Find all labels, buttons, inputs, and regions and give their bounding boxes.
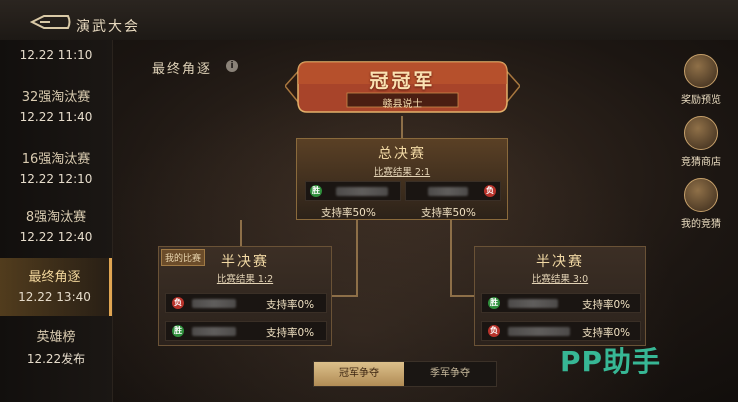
sidebar-item-time: 12.22 13:40	[18, 290, 91, 304]
champion-name: 赣县说士	[382, 99, 423, 110]
player-slot[interactable]: 负	[405, 181, 501, 201]
lose-badge-icon: 负	[488, 325, 500, 337]
win-badge-icon: 胜	[172, 325, 184, 337]
button-label: 我的竞猜	[681, 219, 721, 230]
sidebar-item-label: 16强淘汰赛	[21, 152, 91, 167]
player-slot[interactable]: 胜 支持率0%	[165, 321, 327, 341]
page-title: 演武大会	[76, 19, 140, 35]
scroll-icon	[684, 178, 718, 212]
connector-line	[401, 116, 403, 138]
sidebar-item-time: 12.22 11:10	[19, 48, 93, 62]
connector-line	[450, 295, 474, 297]
sidebar-item-time: 12.22 11:40	[19, 110, 93, 124]
tab-third-place[interactable]: 季军争夺	[405, 362, 495, 386]
sidebar-item-label: 8强淘汰赛	[25, 210, 87, 225]
final-match-card[interactable]: 总决赛 比赛结果 2:1 胜 负 支持率50% 支持率50%	[296, 138, 508, 220]
player-name-blurred	[192, 299, 236, 308]
tab-champion[interactable]: 冠军争夺	[314, 362, 404, 386]
sidebar-item-time: 12.22 12:10	[19, 172, 93, 186]
sidebar: 12.22 11:10 32强淘汰赛 12.22 11:40 16强淘汰赛 12…	[0, 40, 113, 402]
sidebar-item-label: 英雄榜	[36, 330, 76, 345]
connector-line	[356, 220, 358, 296]
win-badge-icon: 胜	[488, 297, 500, 309]
button-label: 奖励预览	[681, 95, 721, 106]
player-name-blurred	[428, 187, 468, 196]
connector-line	[240, 220, 242, 246]
sidebar-item-hero-board[interactable]: 英雄榜 12.22发布	[0, 318, 112, 376]
lose-badge-icon: 负	[172, 297, 184, 309]
sidebar-item-round-16[interactable]: 16强淘汰赛 12.22 12:10	[0, 140, 112, 198]
support-rate: 支持率0%	[266, 327, 315, 339]
section-title: 最终角逐	[152, 62, 213, 77]
champion-banner: 冠冠军 赣县说士	[285, 58, 520, 116]
match-title: 半决赛	[536, 254, 584, 270]
match-title: 总决赛	[378, 146, 426, 162]
sidebar-item-label: 最终角逐	[28, 270, 81, 285]
player-slot[interactable]: 负 支持率0%	[481, 321, 641, 341]
chest-icon	[684, 54, 718, 88]
player-slot[interactable]: 负 支持率0%	[165, 293, 327, 313]
sidebar-item-time: 12.22 12:40	[19, 230, 93, 244]
sidebar-item-label: 32强淘汰赛	[21, 90, 91, 105]
support-rate: 支持率0%	[582, 327, 631, 339]
player-name-blurred	[508, 327, 570, 336]
sidebar-item-time: 12.22发布	[26, 352, 86, 366]
my-guess-button[interactable]: 我的竞猜	[673, 178, 729, 230]
match-result[interactable]: 比赛结果 1:2	[159, 271, 331, 285]
guess-shop-button[interactable]: 竞猜商店	[673, 116, 729, 168]
info-icon[interactable]: i	[226, 60, 238, 72]
shop-chest-icon	[684, 116, 718, 150]
sidebar-item-round-8[interactable]: 8强淘汰赛 12.22 12:40	[0, 198, 112, 256]
reward-preview-button[interactable]: 奖励预览	[673, 54, 729, 106]
match-result[interactable]: 比赛结果 3:0	[475, 271, 645, 285]
sidebar-item-final[interactable]: 最终角逐 12.22 13:40	[0, 258, 112, 316]
player-slot[interactable]: 胜 支持率0%	[481, 293, 641, 313]
champion-title: 冠冠军	[369, 70, 436, 92]
back-arrow-icon[interactable]	[30, 14, 72, 30]
match-title: 半决赛	[221, 254, 269, 270]
win-badge-icon: 胜	[310, 185, 322, 197]
watermark-logo: PP助手	[560, 345, 662, 378]
connector-line	[450, 220, 452, 296]
semifinal-card-right[interactable]: 半决赛 比赛结果 3:0 胜 支持率0% 负 支持率0%	[474, 246, 646, 346]
player-name-blurred	[336, 187, 388, 196]
top-bar: 演武大会	[0, 0, 738, 40]
support-rate: 支持率50%	[421, 207, 476, 219]
player-name-blurred	[508, 299, 558, 308]
player-slot[interactable]: 胜	[305, 181, 401, 201]
support-rate: 支持率0%	[266, 299, 315, 311]
lose-badge-icon: 负	[484, 185, 496, 197]
connector-line	[332, 295, 358, 297]
support-rate: 支持率0%	[582, 299, 631, 311]
player-name-blurred	[192, 327, 236, 336]
bracket-tabs: 冠军争夺 季军争夺	[313, 361, 497, 387]
support-rate: 支持率50%	[321, 207, 376, 219]
button-label: 竞猜商店	[681, 157, 721, 168]
sidebar-item-round-32[interactable]: 32强淘汰赛 12.22 11:40	[0, 78, 112, 136]
semifinal-card-left[interactable]: 我的比赛 半决赛 比赛结果 1:2 负 支持率0% 胜 支持率0%	[158, 246, 332, 346]
match-result[interactable]: 比赛结果 2:1	[297, 164, 507, 178]
